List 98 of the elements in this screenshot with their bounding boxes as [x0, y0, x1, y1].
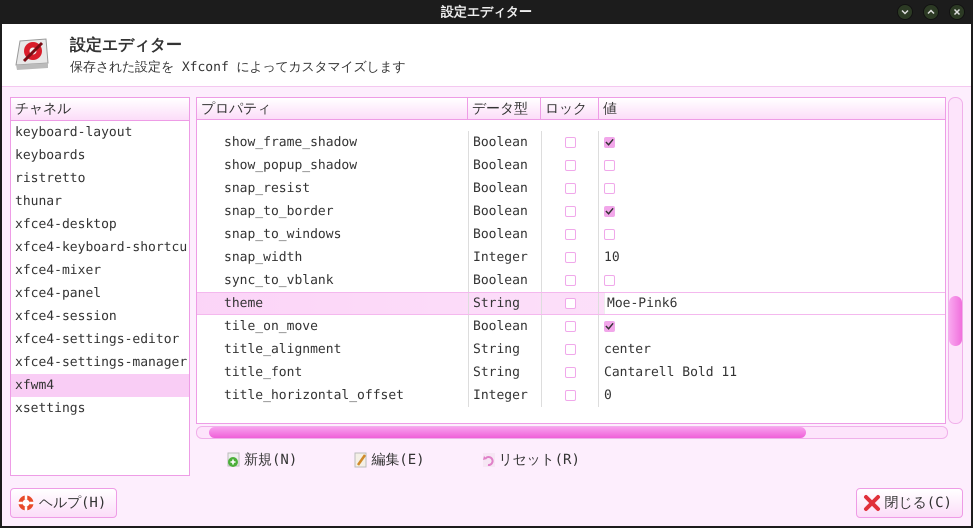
value-text: 0 [604, 388, 612, 403]
lock-checkbox[interactable] [564, 321, 576, 332]
close-button[interactable] [949, 4, 965, 20]
channel-item[interactable]: xfwm4 [11, 374, 189, 397]
data-type: Boolean [473, 204, 528, 219]
property-name: show_frame_shadow [224, 135, 358, 150]
lifebuoy-icon [17, 494, 35, 512]
lock-checkbox[interactable] [564, 367, 576, 378]
column-header[interactable]: プロパティ [197, 98, 468, 120]
value-checkbox[interactable] [604, 137, 615, 148]
value-input-field[interactable]: Moe-Pink6 [604, 293, 945, 314]
lock-checkbox[interactable] [564, 252, 576, 263]
channel-item[interactable]: xsettings [11, 397, 189, 420]
data-type: Integer [473, 388, 528, 403]
close-icon [953, 8, 961, 16]
data-type: Boolean [473, 319, 528, 334]
property-row[interactable]: title_font String Cantarell Bold 11 [197, 361, 945, 384]
property-row[interactable]: title_alignment String center [197, 338, 945, 361]
property-name: title_font [224, 365, 302, 380]
horizontal-scrollbar[interactable] [196, 426, 948, 439]
property-name: snap_width [224, 250, 302, 265]
maximize-button[interactable] [923, 4, 939, 20]
data-type: String [473, 365, 520, 380]
help-button[interactable]: ヘルプ(H) [10, 488, 118, 518]
property-row[interactable]: title_horizontal_offset Integer 0 [197, 384, 945, 407]
property-name: show_popup_shadow [224, 158, 358, 173]
channel-item[interactable]: ristretto [11, 167, 189, 190]
value-checkbox[interactable] [604, 321, 615, 332]
property-name: title_horizontal_offset [224, 388, 404, 403]
property-row[interactable]: theme String Moe-Pink6 [197, 292, 945, 315]
value-checkbox[interactable] [604, 275, 615, 286]
property-row[interactable]: snap_width Integer 10 [197, 246, 945, 269]
lock-checkbox[interactable] [564, 183, 576, 194]
property-row[interactable]: show_frame_shadow Boolean [197, 131, 945, 154]
vertical-scrollbar[interactable] [948, 97, 963, 424]
minimize-button[interactable] [897, 4, 913, 20]
lock-checkbox[interactable] [564, 344, 576, 355]
data-type: String [473, 342, 520, 357]
column-header[interactable]: 値 [599, 98, 945, 120]
pencil-icon [353, 452, 370, 468]
data-type: Boolean [473, 273, 528, 288]
channel-item[interactable]: xfce4-mixer [11, 259, 189, 282]
property-name: sync_to_vblank [224, 273, 334, 288]
channel-item[interactable]: xfce4-settings-editor [11, 328, 189, 351]
lock-checkbox[interactable] [564, 229, 576, 240]
data-type: Boolean [473, 181, 528, 196]
close-icon [862, 494, 881, 512]
dialog-title: 設定エディター [70, 34, 183, 56]
property-row[interactable]: tile_on_move Boolean [197, 315, 945, 338]
column-header[interactable]: データ型 [468, 98, 541, 120]
new-button[interactable]: 新規(N) [226, 451, 298, 469]
close-dialog-button[interactable]: 閉じる(C) [856, 488, 963, 518]
lock-checkbox[interactable] [564, 390, 576, 401]
property-name: snap_to_windows [224, 227, 342, 242]
data-type: Boolean [473, 135, 528, 150]
edit-button[interactable]: 編集(E) [353, 451, 425, 469]
channel-item[interactable]: xfce4-panel [11, 282, 189, 305]
value-text: Cantarell Bold 11 [604, 365, 738, 380]
lock-checkbox[interactable] [564, 160, 576, 171]
value-text: 10 [604, 250, 620, 265]
channel-item[interactable]: xfce4-settings-manager [11, 351, 189, 374]
channel-item[interactable]: keyboard-layout [11, 121, 189, 144]
property-row[interactable]: show_popup_shadow Boolean [197, 154, 945, 177]
window-title: 設定エディター [441, 4, 532, 21]
channel-item[interactable]: thunar [11, 190, 189, 213]
chevron-up-icon [927, 8, 935, 16]
property-name: tile_on_move [224, 319, 318, 334]
value-checkbox[interactable] [604, 160, 615, 171]
property-row[interactable]: snap_to_border Boolean [197, 200, 945, 223]
property-name: title_alignment [224, 342, 342, 357]
lock-checkbox[interactable] [564, 137, 576, 148]
column-header[interactable]: ロック [541, 98, 599, 120]
add-icon [226, 452, 242, 468]
property-name: theme [224, 296, 264, 311]
channel-item[interactable]: xfce4-desktop [11, 213, 189, 236]
undo-icon [480, 452, 497, 468]
property-name: snap_resist [224, 181, 310, 196]
lock-checkbox[interactable] [564, 298, 576, 309]
chevron-down-icon [901, 8, 909, 16]
lock-checkbox[interactable] [564, 206, 576, 217]
data-type: String [473, 296, 520, 311]
data-type: Boolean [473, 227, 528, 242]
data-type: Integer [473, 250, 528, 265]
channel-item[interactable]: keyboards [11, 144, 189, 167]
data-type: Boolean [473, 158, 528, 173]
property-row[interactable]: snap_resist Boolean [197, 177, 945, 200]
value-checkbox[interactable] [604, 206, 615, 217]
value-checkbox[interactable] [604, 229, 615, 240]
channel-item[interactable]: xfce4-keyboard-shortcu [11, 236, 189, 259]
lock-checkbox[interactable] [564, 275, 576, 286]
value-checkbox[interactable] [604, 183, 615, 194]
value-text: center [604, 342, 651, 357]
property-name: snap_to_border [224, 204, 334, 219]
column-header[interactable]: チャネル [11, 98, 189, 121]
channel-item[interactable]: xfce4-session [11, 305, 189, 328]
property-row[interactable]: snap_to_windows Boolean [197, 223, 945, 246]
reset-button[interactable]: リセット(R) [480, 451, 580, 469]
dialog-subtitle: 保存された設定を Xfconf によってカスタマイズします [70, 58, 406, 76]
